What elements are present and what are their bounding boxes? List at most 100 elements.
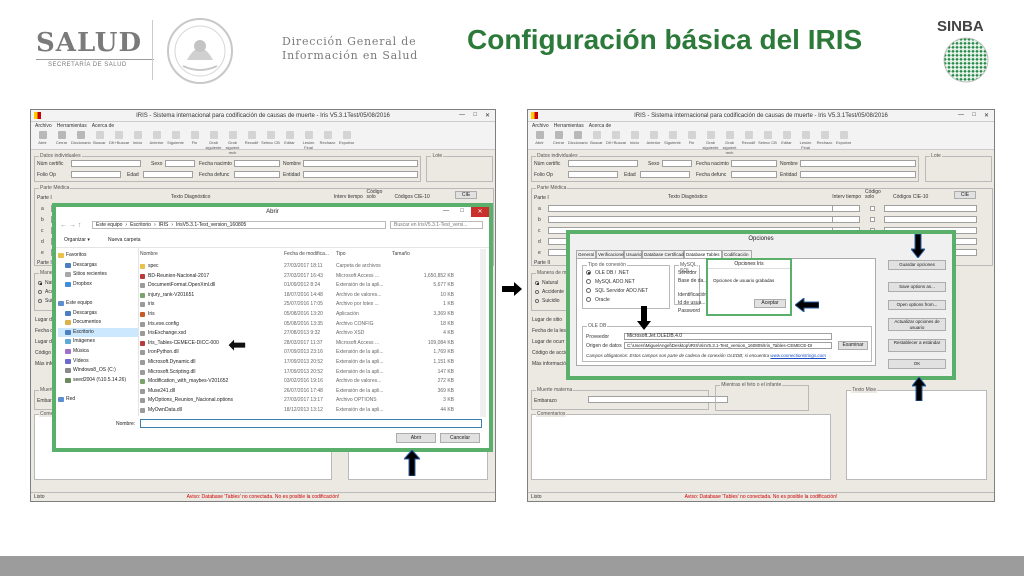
toolbar-button[interactable]: Diccionario [568,130,588,149]
toolbar-button[interactable]: Diccionario [71,130,91,149]
menu-item[interactable]: Archivo [532,123,549,129]
options-action-button[interactable]: Actualizar opciones de usuario [888,318,946,331]
toolbar-button[interactable]: DK+Buscar [606,130,626,149]
file-row[interactable]: Microsoft.Dynamic.dll 17/09/2013 20:52 Ext… [140,358,460,367]
nav-arrows-icon[interactable]: ← → ↑ [60,222,81,229]
file-row[interactable]: DocumentFormat.OpenXml.dll 01/09/2012 8:2… [140,281,460,290]
file-row[interactable]: IrisExchange.xsd 27/08/2013 9:32 Archivo X… [140,329,460,338]
search-input[interactable]: Buscar en IrisV5.3.1-Test_versi... [390,221,483,229]
certificate-number-input[interactable] [568,160,638,167]
file-row[interactable]: spec 27/03/2017 18:11 Carpeta de archivos [140,262,460,271]
organize-button[interactable]: Organizar ▾ [64,237,90,243]
toolbar-button[interactable]: Anterior [147,130,166,149]
connectionstrings-link[interactable]: www.connectionstrings.com [770,353,826,358]
menu-item[interactable]: Herramientas [554,123,584,129]
sex-input[interactable] [165,160,195,167]
toolbar-button[interactable]: Anterior [644,130,663,149]
toolbar-button[interactable]: Inicio [128,130,147,149]
entity-input[interactable] [800,171,917,178]
maximize-icon[interactable]: □ [473,112,477,118]
birth-date-input[interactable] [731,160,777,167]
toolbar-button[interactable]: Recodif [242,130,261,149]
toolbar-button[interactable]: Editar [777,130,796,149]
death-date-input[interactable] [731,171,777,178]
menu-item[interactable]: Acerca de [92,123,115,129]
filename-input[interactable] [140,419,482,428]
breadcrumb-item[interactable]: Este equipo [96,222,122,228]
close-icon[interactable]: ✕ [485,112,490,119]
toolbar-button[interactable]: Grab siguiente [701,130,720,150]
breadcrumb-item[interactable]: Escritorio [130,222,151,228]
name-input[interactable] [303,160,418,167]
file-row[interactable]: Modification_with_maybes-V201652 03/02/20… [140,377,460,386]
options-tab[interactable]: Database Tables [684,250,722,258]
nav-item[interactable]: Favoritos [58,251,138,261]
diagnosis-input[interactable] [548,216,839,223]
file-row[interactable]: MyOptions_Reunion_Nacional.options 27/03/… [140,396,460,405]
cie-code-input[interactable] [883,216,978,223]
options-tab[interactable]: General [576,250,596,258]
minimize-icon[interactable]: — [958,112,964,118]
options-action-button[interactable]: Open options from... [888,300,946,310]
toolbar-button[interactable]: Lesión Final [299,130,318,150]
interval-input[interactable] [832,205,861,212]
toolbar-button[interactable]: Grab siguiente [204,130,223,150]
breadcrumb-item[interactable]: IRIS [159,222,169,228]
age-input[interactable] [640,171,690,178]
nav-item[interactable]: Documentos [58,318,138,328]
options-tab[interactable]: Database Certificado [642,250,686,258]
browse-button[interactable]: Examinar [838,341,868,350]
entity-input[interactable] [303,171,418,178]
options-tab[interactable]: Verificaciones [596,250,626,258]
file-row[interactable]: injury_rank-V201651 18/07/2016 14:48 Archi… [140,291,460,300]
nav-item[interactable]: Este equipo [58,299,138,309]
birth-date-input[interactable] [234,160,280,167]
file-row[interactable]: Iris.exe.config 05/08/2016 13:35 Archivo C… [140,320,460,329]
menu-item[interactable]: Acerca de [589,123,612,129]
toolbar-button[interactable]: Abrir [530,130,549,149]
toolbar-button[interactable]: Fin [682,130,701,149]
menu-item[interactable]: Archivo [35,123,52,129]
file-row[interactable]: Iris 05/08/2016 13:20 Aplicación 3,369 KB [140,310,460,319]
manner-radio[interactable] [535,299,539,303]
file-row[interactable]: BD-Reunion-Nacional-2017 27/03/2017 16:43… [140,272,460,281]
open-button[interactable]: Abrir [396,433,436,443]
file-row[interactable]: IronPython.dll 07/09/2013 23:16 Extensión … [140,348,460,357]
provider-input[interactable]: Microsoft.Jet.OLEDB.4.0 [624,333,832,340]
toolbar-button[interactable]: Grab siguient rech [720,130,739,155]
code-only-checkbox[interactable] [869,217,875,222]
data-source-input[interactable]: C:\Users\MiguelAngel\Desktop\IRIS\IrisV5… [624,342,832,349]
pregnancy-select[interactable] [588,396,729,403]
toolbar-button[interactable]: Rechazo [318,130,337,149]
toolbar-button[interactable]: Cerrar [52,130,71,149]
connection-radio[interactable] [586,270,591,275]
toolbar-button[interactable]: Selecc CB [261,130,280,149]
nav-item[interactable]: Imágenes [58,337,138,347]
toolbar-button[interactable]: Buscar [587,130,606,149]
folio-input[interactable] [71,171,121,178]
address-bar[interactable]: Este equipo › Escritorio › IRIS › IrisV5.3.1-T… [92,221,386,229]
close-icon[interactable]: ✕ [984,112,989,119]
name-input[interactable] [800,160,917,167]
sex-input[interactable] [662,160,692,167]
minimize-icon[interactable]: — [459,112,465,118]
toolbar-button[interactable]: Fin [185,130,204,149]
toolbar-button[interactable]: Inicio [625,130,644,149]
connection-radio[interactable] [586,288,591,293]
options-action-button[interactable]: Restablecer a estándar [888,339,946,352]
nav-item[interactable]: seed2004 (\\10.5.14.26) [58,376,138,386]
options-action-button[interactable]: OK [888,359,946,369]
options-tab[interactable]: Codificación [722,250,752,258]
connection-radio[interactable] [586,297,591,302]
close-icon[interactable]: ✕ [471,207,489,217]
nav-item[interactable]: Vídeos [58,357,138,367]
file-row[interactable]: Muse241.dll 26/07/2016 17:48 Extensión de … [140,387,460,396]
manner-radio[interactable] [38,281,42,285]
nav-item[interactable]: Escritorio [58,327,138,338]
column-header[interactable]: Fecha de modifica... [284,251,329,257]
toolbar-button[interactable]: Exportar [834,130,853,149]
toolbar-button[interactable]: Abrir [33,130,52,149]
manner-radio[interactable] [38,290,42,294]
nav-item[interactable]: Descargas [58,261,138,271]
manner-radio[interactable] [535,290,539,294]
